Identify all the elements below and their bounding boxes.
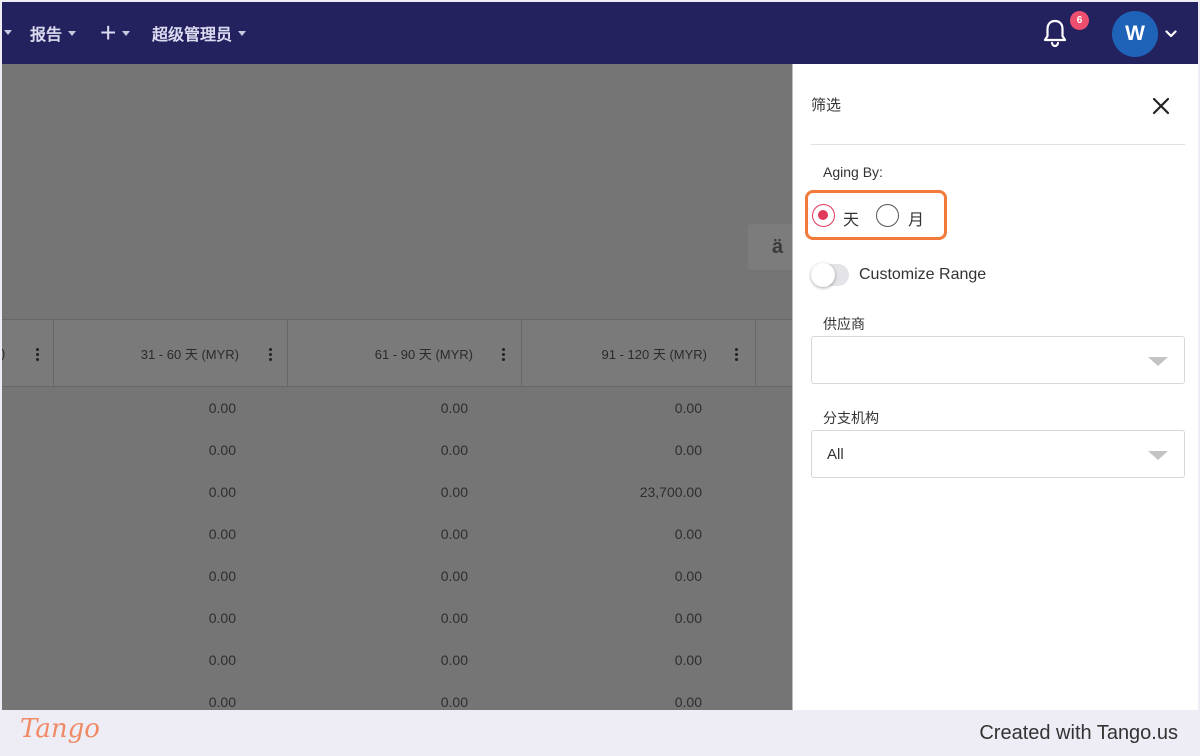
chevron-down-icon[interactable] [1165, 29, 1177, 39]
tango-footer: Tango Created with Tango.us [0, 710, 1200, 756]
dropdown-arrow-icon [1148, 357, 1168, 366]
table-cell: 0.00 [440, 442, 468, 458]
table-cell: 0.00 [674, 400, 702, 416]
ghost-button-glyph: ä [772, 236, 784, 258]
table-cell: 23,700.00 [639, 484, 702, 500]
nav-item-reports-label: 报告 [30, 27, 63, 44]
column-header-61-90[interactable]: 61 - 90 天 (MYR) [288, 320, 522, 386]
branch-label: 分支机构 [823, 410, 879, 426]
table-cell: 0.00 [208, 400, 236, 416]
kebab-menu-icon[interactable] [269, 348, 272, 363]
customize-range-toggle[interactable] [811, 263, 849, 287]
column-header-label: 31 - 60 天 (MYR) [140, 346, 239, 362]
customize-range-label: Customize Range [859, 266, 987, 283]
radio-day[interactable] [812, 204, 835, 227]
column-header-label: 61 - 90 天 (MYR) [374, 346, 473, 362]
filter-panel: 筛选 Aging By: 天 月 Customize Range 供应商 分支机… [792, 64, 1198, 710]
table-cell: 0.00 [208, 568, 236, 584]
table-row: 0.00 0.00 0.00 [2, 639, 792, 681]
panel-divider [811, 144, 1185, 145]
notification-badge: 6 [1070, 11, 1089, 30]
tango-logo: Tango [20, 714, 100, 744]
kebab-menu-icon[interactable] [36, 348, 39, 363]
table-row: 0.00 0.00 0.00 [2, 555, 792, 597]
column-header-partial: ) [2, 320, 54, 386]
nav-item-super-admin-label: 超级管理员 [152, 27, 233, 44]
bell-icon[interactable] [1042, 18, 1068, 48]
kebab-menu-icon[interactable] [735, 348, 738, 363]
chevron-down-icon [68, 30, 77, 36]
table-cell: 0.00 [208, 610, 236, 626]
chevron-down-icon [122, 30, 131, 36]
table-cell: 0.00 [440, 652, 468, 668]
column-header-label: 91 - 120 天 (MYR) [601, 346, 707, 362]
table-cell: 0.00 [208, 484, 236, 500]
branch-select[interactable]: All [811, 430, 1185, 478]
filter-panel-title: 筛选 [811, 97, 842, 114]
table-cell: 0.00 [208, 526, 236, 542]
column-header-paren: ) [2, 346, 5, 361]
table-row: 0.00 0.00 0.00 [2, 597, 792, 639]
supplier-select[interactable] [811, 336, 1185, 384]
table-cell: 0.00 [208, 652, 236, 668]
aging-by-label: Aging By: [823, 164, 883, 180]
table-row: 0.00 0.00 0.00 [2, 681, 792, 710]
table-cell: 0.00 [208, 694, 236, 710]
table-cell: 0.00 [674, 652, 702, 668]
table-row: 0.00 0.00 23,700.00 [2, 471, 792, 513]
created-with-text: Created with Tango.us [979, 722, 1178, 744]
nav-item-reports[interactable]: 报告 [30, 2, 77, 64]
ghost-button [748, 224, 792, 270]
table-cell: 0.00 [208, 442, 236, 458]
table-cell: 0.00 [440, 610, 468, 626]
screenshot-frame: 报告 + 超级管理员 6 W ä ) 31 [0, 0, 1200, 756]
table-header: ) 31 - 60 天 (MYR) 61 - 90 天 (MYR) 91 - 1… [2, 319, 792, 387]
nav-item-super-admin[interactable]: 超级管理员 [152, 2, 247, 64]
table-cell: 0.00 [674, 694, 702, 710]
column-header-31-60[interactable]: 31 - 60 天 (MYR) [54, 320, 288, 386]
user-avatar[interactable]: W [1112, 11, 1158, 57]
supplier-label: 供应商 [823, 316, 865, 332]
kebab-menu-icon[interactable] [502, 348, 505, 363]
plus-icon: + [100, 17, 117, 48]
close-icon[interactable] [1151, 96, 1171, 116]
table-cell: 0.00 [440, 400, 468, 416]
table-cell: 0.00 [674, 610, 702, 626]
table-cell: 0.00 [674, 526, 702, 542]
toggle-knob [811, 263, 835, 287]
table-row: 0.00 0.00 0.00 [2, 387, 792, 429]
dropdown-arrow-icon [1148, 451, 1168, 460]
table-row: 0.00 0.00 0.00 [2, 513, 792, 555]
table-cell: 0.00 [674, 568, 702, 584]
column-header-91-120[interactable]: 91 - 120 天 (MYR) [522, 320, 756, 386]
table-cell: 0.00 [440, 526, 468, 542]
main-content-overlay: ä ) 31 - 60 天 (MYR) 61 - 90 天 (MYR) 91 -… [2, 64, 792, 710]
chevron-down-icon [238, 30, 247, 36]
table-row: 0.00 0.00 0.00 [2, 429, 792, 471]
nav-item-add[interactable]: + [100, 2, 131, 64]
table-cell: 0.00 [674, 442, 702, 458]
radio-day-label: 天 [843, 212, 860, 229]
table-cell: 0.00 [440, 568, 468, 584]
radio-month[interactable] [876, 204, 899, 227]
chevron-down-icon[interactable] [4, 30, 12, 35]
branch-select-value: All [827, 446, 844, 463]
radio-month-label: 月 [908, 212, 925, 229]
top-navigation-bar: 报告 + 超级管理员 6 W [2, 2, 1198, 64]
table-cell: 0.00 [440, 484, 468, 500]
table-cell: 0.00 [440, 694, 468, 710]
